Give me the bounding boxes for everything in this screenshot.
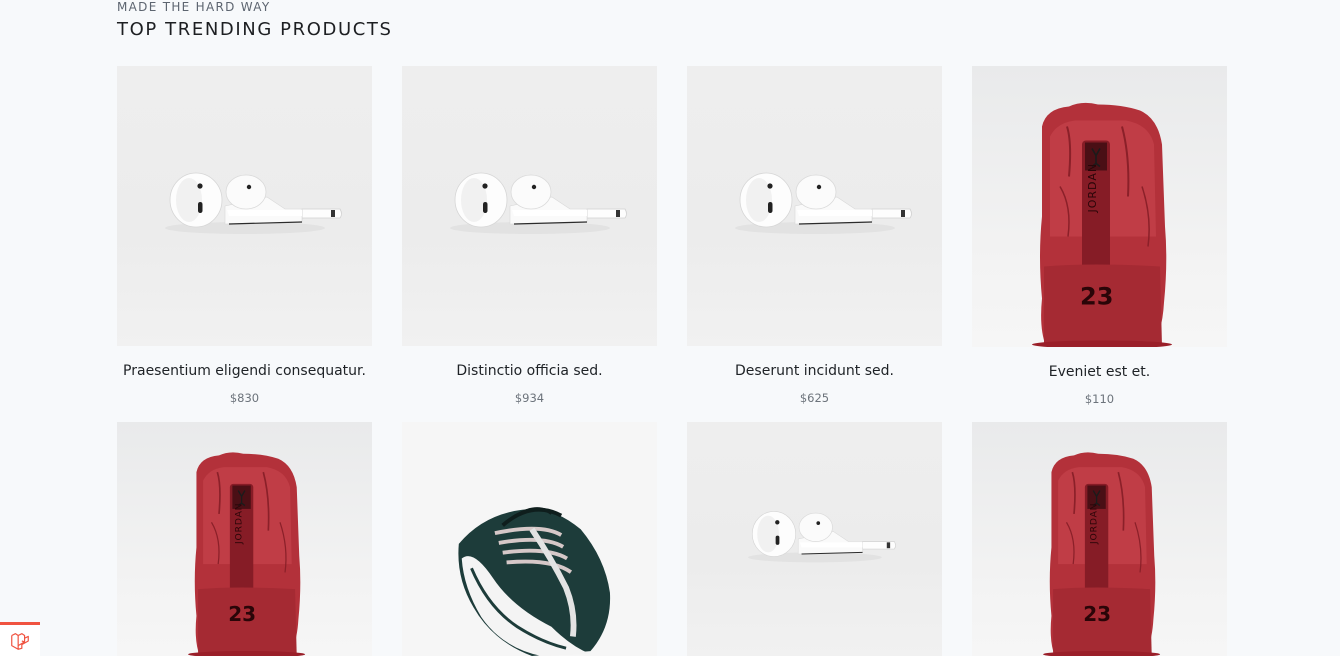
product-price: $110 xyxy=(1084,392,1115,406)
product-image-sneaker[interactable] xyxy=(972,422,1227,656)
product-card[interactable]: Praesentium eligendi consequatur. $830 xyxy=(117,66,372,405)
product-card[interactable] xyxy=(117,422,372,656)
section-eyebrow: MADE THE HARD WAY xyxy=(117,0,271,14)
red-jordan-sneaker-image xyxy=(117,422,372,656)
product-title[interactable]: Distinctio officia sed. xyxy=(402,363,657,379)
green-sneaker-image xyxy=(402,422,657,656)
product-image-sneaker[interactable] xyxy=(402,422,657,656)
product-title[interactable]: Deserunt incidunt sed. xyxy=(687,363,942,379)
product-card[interactable] xyxy=(402,422,657,656)
product-card[interactable]: Deserunt incidunt sed. $625 xyxy=(687,66,942,405)
airpods-image xyxy=(687,422,942,656)
product-card[interactable] xyxy=(687,422,942,656)
product-title[interactable]: Eveniet est et. xyxy=(972,364,1227,380)
airpods-image xyxy=(402,66,657,346)
section-title: TOP TRENDING PRODUCTS xyxy=(117,19,393,40)
product-card[interactable] xyxy=(972,422,1227,656)
product-title[interactable]: Praesentium eligendi consequatur. xyxy=(117,363,372,379)
product-image-airpods[interactable] xyxy=(402,66,657,346)
product-card[interactable]: Distinctio officia sed. $934 xyxy=(402,66,657,405)
product-image-airpods[interactable] xyxy=(117,66,372,346)
laravel-debug-badge[interactable] xyxy=(0,622,40,656)
product-price: $830 xyxy=(229,391,260,405)
product-price: $934 xyxy=(514,391,545,405)
airpods-image xyxy=(117,66,372,346)
airpods-image xyxy=(687,66,942,346)
product-card[interactable]: Eveniet est et. $110 xyxy=(972,66,1227,406)
product-image-sneaker[interactable] xyxy=(972,66,1227,347)
product-image-sneaker[interactable] xyxy=(117,422,372,656)
red-jordan-sneaker-image xyxy=(972,66,1227,347)
red-jordan-sneaker-image xyxy=(972,422,1227,656)
laravel-icon xyxy=(11,632,29,650)
product-price: $625 xyxy=(799,391,830,405)
product-image-airpods[interactable] xyxy=(687,66,942,346)
product-image-airpods[interactable] xyxy=(687,422,942,656)
